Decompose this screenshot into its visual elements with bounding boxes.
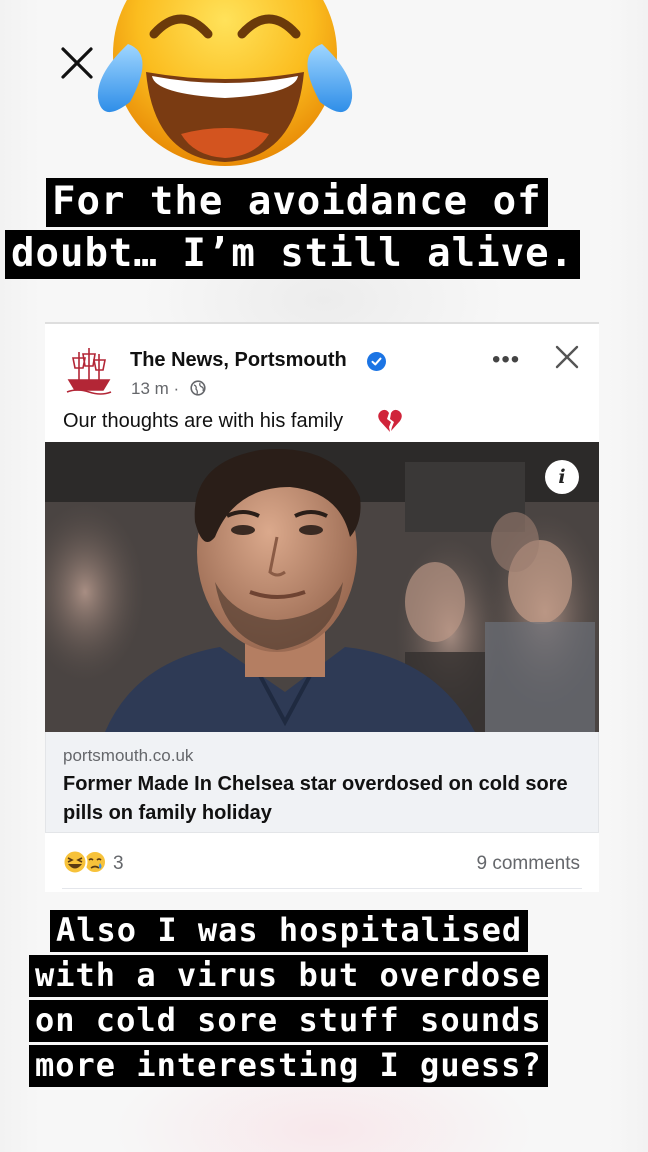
- caption-bottom-line-3: on cold sore stuff sounds: [29, 1000, 548, 1042]
- comments-link[interactable]: 9 comments: [477, 853, 580, 875]
- story-edge-right: [608, 0, 648, 1152]
- globe-icon: [190, 380, 206, 396]
- caption-top-line-2: doubt… I’m still alive.: [5, 230, 581, 279]
- caption-top-line-1: For the avoidance of: [46, 178, 548, 227]
- facebook-post-card[interactable]: The News, Portsmouth 13 m · ••• Our thou…: [45, 322, 599, 892]
- close-icon[interactable]: [58, 44, 96, 82]
- reaction-count[interactable]: 3: [113, 853, 124, 875]
- reaction-icons[interactable]: [62, 849, 110, 875]
- info-icon[interactable]: i: [545, 460, 579, 494]
- link-preview[interactable]: portsmouth.co.uk Former Made In Chelsea …: [45, 732, 599, 833]
- broken-heart-icon: [378, 409, 402, 432]
- post-time: 13 m ·: [131, 379, 180, 398]
- caption-bottom-line-1: Also I was hospitalised: [50, 910, 529, 952]
- caption-bottom-line-2: with a virus but overdose: [29, 955, 548, 997]
- caption-bottom-line-4: more interesting I guess?: [29, 1045, 548, 1087]
- more-options-button[interactable]: •••: [492, 346, 520, 374]
- verified-badge-icon: [367, 352, 386, 371]
- link-headline[interactable]: Former Made In Chelsea star overdosed on…: [63, 770, 573, 828]
- post-text: Our thoughts are with his family: [63, 410, 344, 432]
- page-name[interactable]: The News, Portsmouth: [130, 349, 347, 372]
- divider: [62, 888, 582, 889]
- article-photo[interactable]: i: [45, 442, 599, 732]
- dismiss-post-icon[interactable]: [554, 344, 580, 370]
- ship-logo-icon: [66, 348, 112, 395]
- photo-illustration: [45, 442, 599, 732]
- tears-of-joy-emoji: [97, 0, 353, 166]
- laughing-reaction-icon: [62, 849, 88, 875]
- link-domain: portsmouth.co.uk: [63, 746, 194, 765]
